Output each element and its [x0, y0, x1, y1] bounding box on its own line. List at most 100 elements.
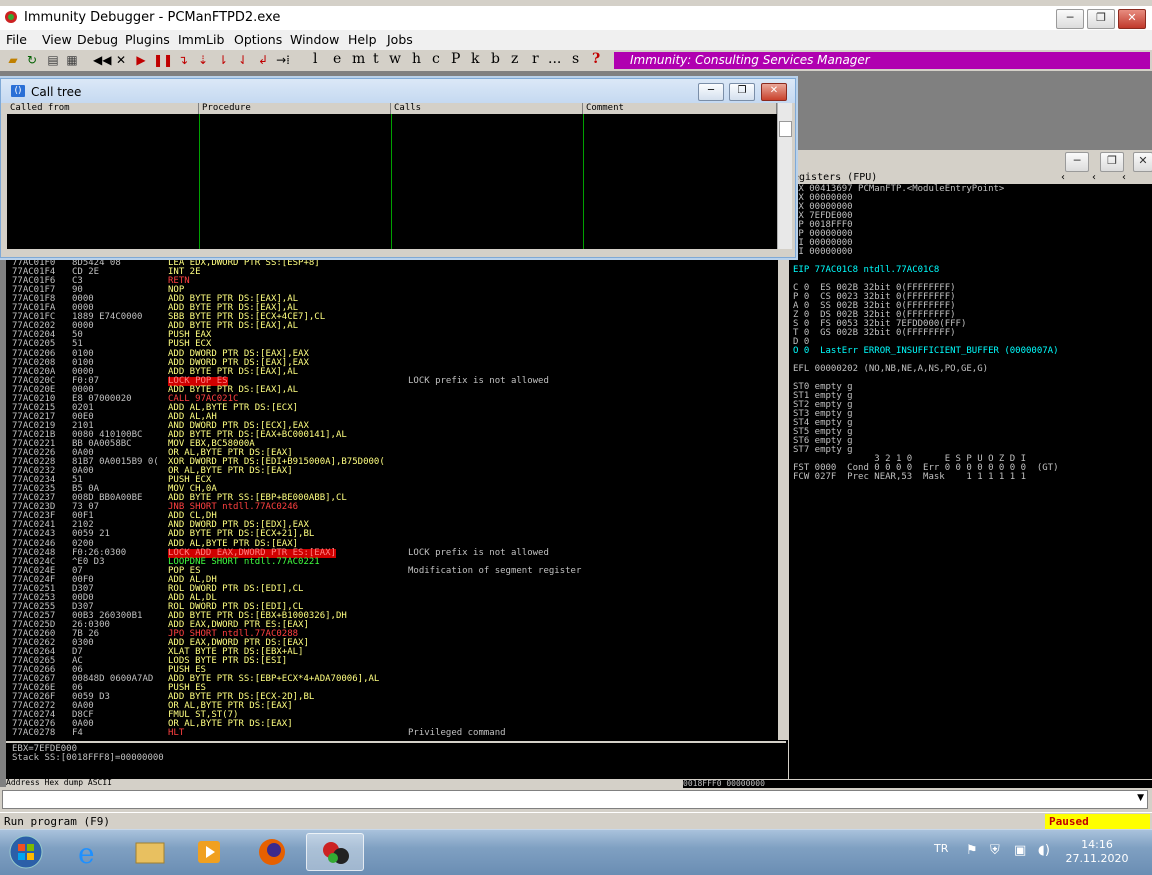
- disassembly-row[interactable]: 77AC020A 0000 ADD BYTE PTR DS:[EAX],AL: [6, 367, 776, 377]
- register-line[interactable]: O 0 LastErr ERROR_INSUFFICIENT_BUFFER (0…: [793, 347, 1151, 356]
- menu-window[interactable]: Window: [290, 32, 339, 47]
- disassembly-row[interactable]: 77AC0262 0300 ADD EAX,DWORD PTR DS:[EAX]: [6, 638, 776, 648]
- disassembly-scrollbar[interactable]: [778, 248, 788, 740]
- disassembly-row[interactable]: 77AC0204 50 PUSH EAX: [6, 331, 776, 340]
- disassembly-row[interactable]: 77AC01F8 0000 ADD BYTE PTR DS:[EAX],AL: [6, 295, 776, 304]
- disassembly-row[interactable]: 77AC0243 0059 21 ADD BYTE PTR DS:[ECX+21],…: [6, 530, 776, 539]
- toolbar-r[interactable]: r: [532, 51, 539, 67]
- toolbar-k[interactable]: k: [471, 51, 479, 67]
- disassembly-row[interactable]: 77AC0210 E8 07000020 CALL 97AC021C: [6, 394, 776, 404]
- taskbar-ie[interactable]: e: [64, 833, 116, 871]
- toolbar-t[interactable]: t: [373, 51, 379, 67]
- toolbar-more[interactable]: ...: [548, 51, 561, 67]
- registers-prev3-icon[interactable]: ‹: [1122, 172, 1126, 184]
- registers-close-button[interactable]: ✕: [1133, 152, 1152, 172]
- call-tree-minimize-button[interactable]: ─: [698, 83, 724, 101]
- call-tree-restore-button[interactable]: ❐: [729, 83, 755, 101]
- goto-icon[interactable]: →⁞: [275, 52, 291, 68]
- disassembly-row[interactable]: 77AC024F 00F0 ADD AL,DH: [6, 575, 776, 585]
- registers-minimize-button[interactable]: ─: [1065, 152, 1089, 172]
- disassembly-row[interactable]: 77AC026E 06 PUSH ES: [6, 684, 776, 693]
- network-icon[interactable]: ⚑: [966, 843, 978, 858]
- disassembly-row[interactable]: 77AC0272 0A00 OR AL,BYTE PTR DS:[EAX]: [6, 702, 776, 711]
- registers-prev-icon[interactable]: ‹: [1061, 172, 1065, 184]
- disassembly-row[interactable]: 77AC01FC 1889 E74C0000 SBB BYTE PTR DS:[EC…: [6, 313, 776, 322]
- volume-icon[interactable]: ◖): [1038, 843, 1050, 858]
- register-line[interactable]: EFL 00000202 (NO,NB,NE,A,NS,PO,GE,G): [793, 365, 1151, 374]
- column-procedure[interactable]: Procedure: [199, 103, 391, 114]
- register-line[interactable]: DI 00000000: [793, 248, 1151, 257]
- restart-icon[interactable]: ↻: [24, 52, 40, 68]
- disassembly-row[interactable]: 77AC0215 0201 ADD AL,BYTE PTR DS:[ECX]: [6, 403, 776, 413]
- trace-into-icon[interactable]: ⇂: [215, 52, 231, 68]
- modules-icon[interactable]: ▦: [64, 52, 80, 68]
- menu-plugins[interactable]: Plugins: [125, 32, 170, 47]
- step-over-icon[interactable]: ⇣: [195, 52, 211, 68]
- disassembly-row[interactable]: 77AC0221 BB 0A0058BC MOV EBX,BC58000A: [6, 439, 776, 449]
- disassembly-row[interactable]: 77AC0241 2102 AND DWORD PTR DS:[EDX],EAX: [6, 521, 776, 530]
- column-comment[interactable]: Comment: [583, 103, 777, 114]
- disassembly-row[interactable]: 77AC0237 008D BB0A00BE ADD BYTE PTR SS:[EB…: [6, 494, 776, 503]
- taskbar-media-player[interactable]: [184, 833, 236, 871]
- disassembly-row[interactable]: 77AC0205 51 PUSH ECX: [6, 340, 776, 349]
- trace-over-icon[interactable]: ⇃: [235, 52, 251, 68]
- disassembly-row[interactable]: 77AC0217 00E0 ADD AL,AH: [6, 412, 776, 422]
- toolbar-w[interactable]: w: [389, 51, 401, 67]
- toolbar-s[interactable]: s: [572, 51, 579, 67]
- disassembly-row[interactable]: 77AC024E 07 POP ES Modification of segment …: [6, 566, 776, 576]
- chevron-down-icon[interactable]: ▼: [1137, 793, 1144, 803]
- disassembly-row[interactable]: 77AC0274 D8CF FMUL ST,ST(7): [6, 711, 776, 720]
- disassembly-row[interactable]: 77AC0208 0100 ADD DWORD PTR DS:[EAX],EAX: [6, 358, 776, 368]
- registers-prev2-icon[interactable]: ‹: [1092, 172, 1096, 184]
- menu-help[interactable]: Help: [348, 32, 377, 47]
- menu-options[interactable]: Options: [234, 32, 282, 47]
- restore-button[interactable]: ❐: [1087, 9, 1115, 29]
- command-input[interactable]: ▼: [2, 790, 1148, 809]
- call-tree-list[interactable]: [7, 114, 777, 249]
- register-line[interactable]: EIP 77AC01C8 ntdll.77AC01C8: [793, 266, 1151, 275]
- disassembly-row[interactable]: 77AC023D 73 07 JNB SHORT ntdll.77AC0246: [6, 503, 776, 512]
- disassembly-row[interactable]: 77AC025D 26:0300 ADD EAX,DWORD PTR ES:[EAX…: [6, 620, 776, 630]
- call-tree-close-button[interactable]: ✕: [761, 83, 787, 101]
- disassembly-row[interactable]: 77AC023F 00F1 ADD CL,DH: [6, 512, 776, 521]
- toolbar-z[interactable]: z: [511, 51, 518, 67]
- close-button[interactable]: ✕: [1118, 9, 1146, 29]
- toolbar-help[interactable]: ?: [592, 51, 600, 67]
- disassembly-row[interactable]: 77AC026F 0059 D3 ADD BYTE PTR DS:[ECX-2D],…: [6, 693, 776, 702]
- menu-debug[interactable]: Debug: [77, 32, 118, 47]
- display-icon[interactable]: ▣: [1014, 843, 1026, 858]
- toolbar-p[interactable]: P: [451, 51, 460, 67]
- toolbar-e[interactable]: e: [333, 51, 341, 67]
- disassembly-row[interactable]: 77AC0260 7B 26 JPO SHORT ntdll.77AC0288: [6, 629, 776, 639]
- execute-till-return-icon[interactable]: ↲: [255, 52, 271, 68]
- rewind-icon[interactable]: ◀◀: [93, 52, 111, 68]
- toolbar-m[interactable]: m: [352, 51, 365, 67]
- start-button[interactable]: [6, 833, 46, 871]
- taskbar-immunity-debugger[interactable]: [306, 833, 364, 871]
- disassembly-row[interactable]: 77AC0264 D7 XLAT BYTE PTR DS:[EBX+AL]: [6, 648, 776, 657]
- disassembly-row[interactable]: 77AC0278 F4 HLT Privileged command: [6, 729, 776, 738]
- run-icon[interactable]: ▶: [133, 52, 149, 68]
- disassembly-row[interactable]: 77AC0206 0100 ADD DWORD PTR DS:[EAX],EAX: [6, 349, 776, 359]
- security-icon[interactable]: ⛨: [990, 843, 1000, 858]
- disassembly-row[interactable]: 77AC0248 F0:26:0300 LOCK ADD EAX,DWORD PTR…: [6, 548, 776, 558]
- register-line[interactable]: FCW 027F Prec NEAR,53 Mask 1 1 1 1 1 1: [793, 473, 1151, 482]
- scrollbar-thumb[interactable]: [779, 121, 792, 137]
- column-called-from[interactable]: Called from: [7, 103, 199, 114]
- call-tree-scrollbar[interactable]: [777, 103, 792, 249]
- toolbar-b[interactable]: b: [491, 51, 500, 67]
- disassembly-row[interactable]: 77AC0253 00D0 ADD AL,DL: [6, 593, 776, 603]
- disassembly-row[interactable]: 77AC0276 0A00 OR AL,BYTE PTR DS:[EAX]: [6, 720, 776, 729]
- disassembly-row[interactable]: 77AC020C F0:07 LOCK POP ES LOCK prefix is n…: [6, 376, 776, 386]
- disassembly-row[interactable]: 77AC0232 0A00 OR AL,BYTE PTR DS:[EAX]: [6, 467, 776, 476]
- disassembly-row[interactable]: 77AC01F0 8D5424 08 LEA EDX,DWORD PTR SS:[E…: [6, 258, 776, 268]
- system-clock[interactable]: 14:16 27.11.2020: [1062, 838, 1132, 866]
- taskbar-explorer[interactable]: [124, 833, 176, 871]
- disassembly-row[interactable]: 77AC0234 51 PUSH ECX: [6, 476, 776, 485]
- step-into-icon[interactable]: ↴: [175, 52, 191, 68]
- menu-view[interactable]: View: [42, 32, 72, 47]
- disassembly-row[interactable]: 77AC0228 81B7 0A0015B9 0(XOR DWORD PTR DS…: [6, 458, 776, 467]
- disassembly-row[interactable]: 77AC0251 D307 ROL DWORD PTR DS:[EDI],CL: [6, 584, 776, 594]
- registers-restore-button[interactable]: ❐: [1100, 152, 1124, 172]
- language-indicator[interactable]: TR: [934, 842, 948, 855]
